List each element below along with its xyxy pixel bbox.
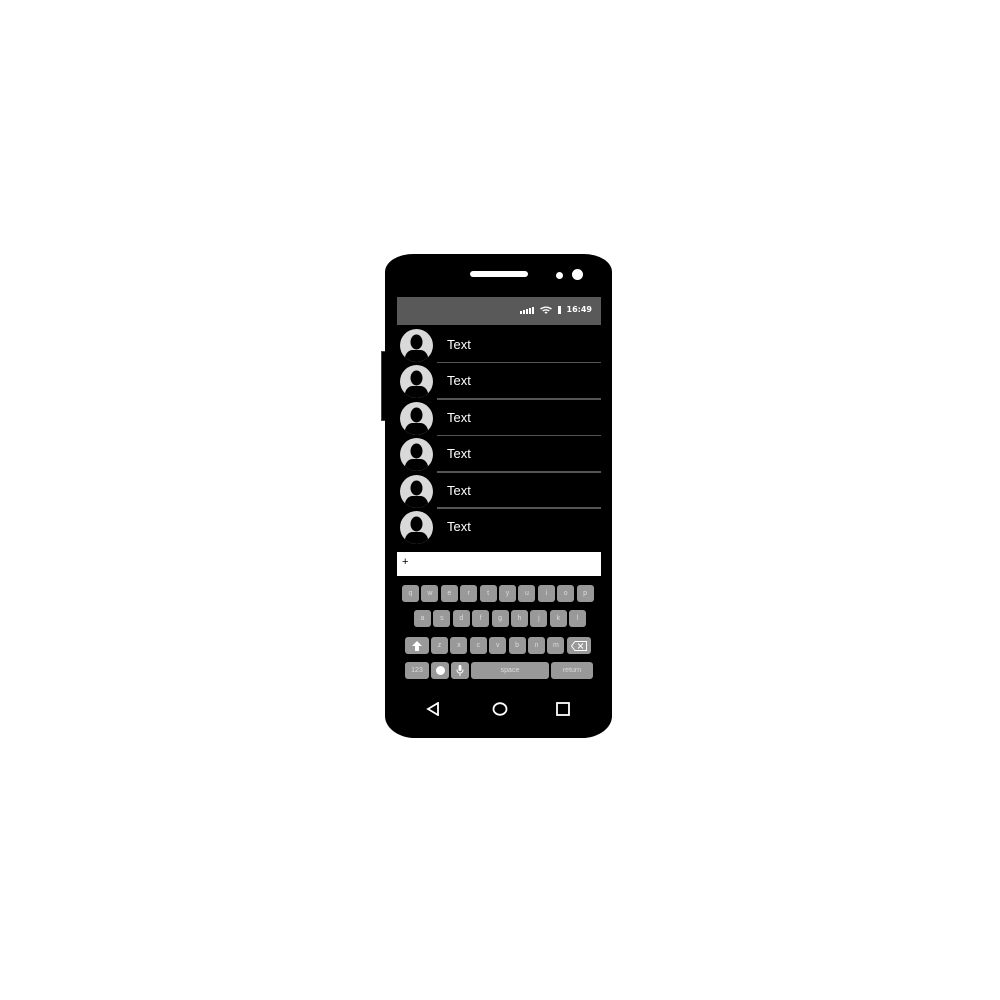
wifi-icon [539, 306, 552, 314]
numbers-key[interactable]: 123 [405, 662, 429, 679]
key-d[interactable]: d [452, 610, 470, 627]
key-j[interactable]: j [530, 610, 548, 627]
mic-key[interactable] [451, 662, 469, 679]
avatar-icon [400, 401, 433, 435]
text-input[interactable]: + [397, 552, 601, 576]
status-time: 16:49 [566, 305, 592, 314]
key-x[interactable]: x [450, 637, 468, 654]
list-item[interactable]: Text [397, 436, 601, 473]
avatar-icon [400, 438, 433, 472]
shift-icon [412, 641, 422, 651]
key-l[interactable]: l [569, 610, 587, 627]
speaker-grille [470, 271, 528, 277]
list-item-label: Text [447, 337, 471, 352]
list-item-label: Text [447, 518, 471, 534]
list-item[interactable]: Text [397, 363, 601, 400]
shift-key[interactable] [405, 637, 429, 654]
key-n[interactable]: n [528, 637, 545, 654]
space-key[interactable]: space [471, 662, 549, 679]
emoji-icon [435, 666, 445, 675]
key-p[interactable]: p [576, 585, 594, 602]
backspace-key[interactable] [567, 637, 591, 654]
key-z[interactable]: z [431, 637, 448, 654]
navigation-bar [385, 694, 612, 724]
list-item-label: Text [447, 446, 471, 462]
avatar-icon [400, 510, 433, 544]
status-bar: 16:49 [397, 297, 601, 325]
return-key[interactable]: return [551, 662, 593, 679]
list-item[interactable]: Text [397, 473, 601, 509]
list-item-label: Text [447, 373, 471, 389]
key-q[interactable]: q [402, 585, 419, 602]
list-item[interactable]: Text [397, 400, 601, 437]
key-f[interactable]: f [472, 610, 490, 627]
recents-icon[interactable] [556, 702, 570, 716]
list-item-label: Text [447, 409, 471, 425]
key-i[interactable]: i [537, 585, 555, 602]
key-o[interactable]: o [557, 585, 575, 602]
key-a[interactable]: a [414, 610, 431, 627]
backspace-icon [570, 641, 587, 651]
emoji-key[interactable] [431, 662, 449, 679]
key-t[interactable]: t [479, 585, 497, 602]
key-b[interactable]: b [508, 637, 526, 654]
key-h[interactable]: h [511, 610, 528, 627]
front-camera [572, 269, 583, 280]
key-c[interactable]: c [469, 637, 487, 654]
key-e[interactable]: e [440, 585, 458, 602]
home-icon[interactable] [492, 702, 508, 716]
key-u[interactable]: u [518, 585, 536, 602]
list-item[interactable]: Text [397, 509, 601, 545]
list-item-label: Text [447, 482, 471, 498]
list-item[interactable]: Text [397, 327, 601, 364]
phone-frame: 16:49 Text Text Text Text Text Text + q … [385, 254, 612, 738]
input-value: + [402, 556, 409, 568]
contact-list: Text Text Text Text Text Text [397, 327, 601, 545]
avatar-icon [400, 474, 433, 508]
battery-icon [557, 305, 561, 314]
screen: 16:49 Text Text Text Text Text Text + q … [397, 297, 601, 687]
key-w[interactable]: w [421, 585, 439, 602]
avatar-icon [400, 365, 433, 399]
key-v[interactable]: v [489, 637, 507, 654]
microphone-icon [456, 665, 464, 676]
proximity-sensor [556, 272, 563, 279]
key-k[interactable]: k [549, 610, 567, 627]
avatar-icon [400, 329, 433, 362]
back-icon[interactable] [426, 702, 440, 716]
key-m[interactable]: m [547, 637, 565, 654]
key-s[interactable]: s [433, 610, 451, 627]
key-y[interactable]: y [499, 585, 516, 602]
keyboard: q w e r t y u i o p a s d f g h j k l z … [397, 580, 601, 687]
signal-icon [519, 306, 534, 314]
key-g[interactable]: g [491, 610, 509, 627]
key-r[interactable]: r [460, 585, 478, 602]
